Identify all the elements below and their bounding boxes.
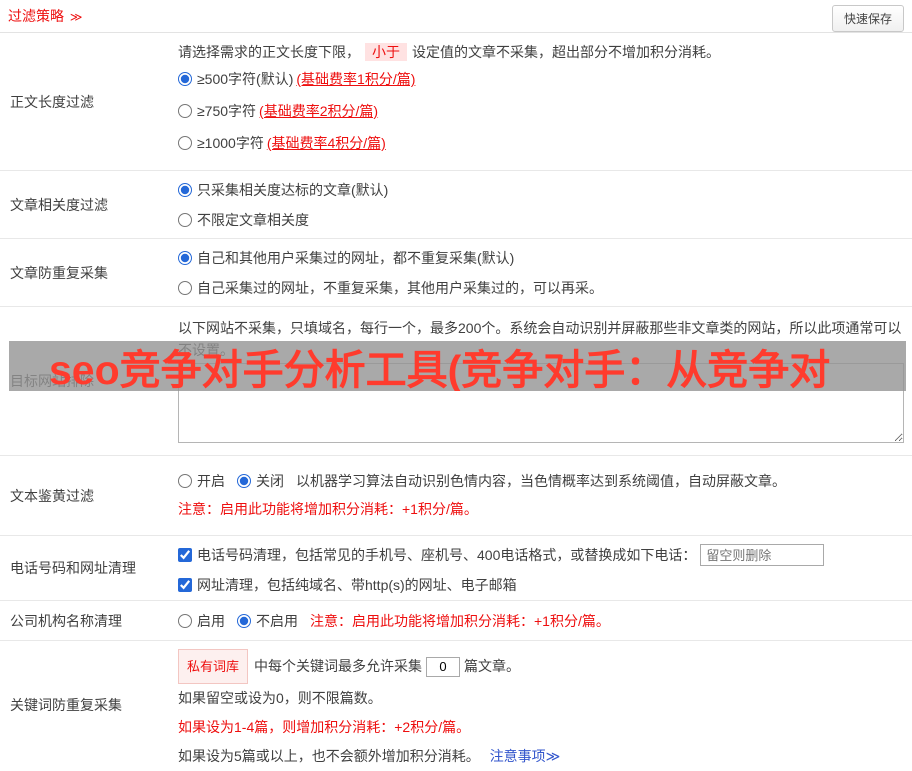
radio-porn-on[interactable] (178, 474, 192, 488)
row-dedupe-collect: 文章防重复采集 自己和其他用户采集过的网址，都不重复采集(默认) 自己采集过的网… (0, 239, 912, 307)
row-keyword-dedupe: 关键词防重复采集 私有词库 中每个关键词最多允许采集 篇文章。 如果留空或设为0… (0, 641, 912, 768)
site-exclude-description: 以下网站不采集，只填域名，每行一个，最多200个。系统会自动识别并屏蔽那些非文章… (178, 320, 902, 358)
keyword-note-cost: 如果设为1-4篇，则增加积分消耗：+2积分/篇。 (178, 719, 471, 735)
radio-option-length-1000[interactable]: ≥1000字符 (基础费率4积分/篇) (178, 127, 904, 159)
radio-label: 不限定文章相关度 (197, 212, 309, 228)
filter-strategy-page: 过滤策略 ≫ 快速保存 正文长度过滤 请选择需求的正文长度下限， 小于 设定值的文章… (0, 0, 912, 768)
radio-dedupe-global[interactable] (178, 251, 192, 265)
row-porn-filter: 文本鉴黄过滤 开启 关闭 以机器学习算法自动识别色情内容，当色情概率达到系统阈值… (0, 456, 912, 536)
desc-pre: 请选择需求的正文长度下限， (178, 44, 360, 60)
row-label-company-clean: 公司机构名称清理 (10, 612, 122, 629)
radio-length-750[interactable] (178, 104, 192, 118)
row-label-relevance: 文章相关度过滤 (10, 196, 108, 213)
desc-post: 设定值的文章不采集，超出部分不增加积分消耗。 (412, 44, 720, 60)
radio-option-porn-off[interactable]: 关闭 (237, 468, 284, 494)
porn-filter-description: 以机器学习算法自动识别色情内容，当色情概率达到系统阈值，自动屏蔽文章。 (296, 473, 786, 489)
quick-save-button[interactable]: 快速保存 (831, 5, 904, 32)
fee-note-1: (基础费率1积分/篇) (296, 71, 416, 87)
row-label-dedupe: 文章防重复采集 (10, 264, 108, 281)
radio-label: 开启 (197, 473, 225, 489)
radio-option-dedupe-self[interactable]: 自己采集过的网址，不重复采集，其他用户采集过的，可以再采。 (178, 273, 904, 303)
radio-option-relevance-any[interactable]: 不限定文章相关度 (178, 205, 904, 235)
row-label-body-length: 正文长度过滤 (10, 93, 94, 110)
replacement-phone-input[interactable] (700, 544, 825, 566)
porn-filter-cost-note: 注意：启用此功能将增加积分消耗：+1积分/篇。 (178, 501, 478, 517)
row-label-site-exclude: 目标网站排除 (10, 373, 94, 389)
row-label-phone-url: 电话号码和网址清理 (10, 560, 136, 576)
row-body-length-filter: 正文长度过滤 请选择需求的正文长度下限， 小于 设定值的文章不采集，超出部分不增加积… (0, 33, 912, 171)
radio-company-on[interactable] (178, 613, 192, 628)
radio-option-length-500[interactable]: ≥500字符(默认) (基础费率1积分/篇) (178, 63, 904, 95)
radio-length-1000[interactable] (178, 136, 192, 150)
radio-label: 启用 (197, 612, 225, 629)
radio-option-company-off[interactable]: 不启用 (237, 611, 298, 631)
radio-option-relevance-strict[interactable]: 只采集相关度达标的文章(默认) (178, 175, 904, 205)
checkbox-option-url-clean[interactable]: 网址清理，包括纯域名、带http(s)的网址、电子邮箱 (178, 570, 904, 600)
keyword-note-five: 如果设为5篇或以上，也不会额外增加积分消耗。 (178, 748, 480, 764)
radio-company-off[interactable] (237, 613, 251, 628)
checkbox-label: 电话号码清理，包括常见的手机号、座机号、400电话格式，或替换成如下电话： (197, 547, 697, 563)
radio-option-dedupe-global[interactable]: 自己和其他用户采集过的网址，都不重复采集(默认) (178, 243, 904, 273)
radio-option-length-750[interactable]: ≥750字符 (基础费率2积分/篇) (178, 95, 904, 127)
body-length-description: 请选择需求的正文长度下限， 小于 设定值的文章不采集，超出部分不增加积分消耗。 (178, 41, 904, 63)
radio-dedupe-self[interactable] (178, 281, 192, 295)
company-clean-cost-note: 注意：启用此功能将增加积分消耗：+1积分/篇。 (310, 612, 610, 629)
row-site-exclude: 目标网站排除 以下网站不采集，只填域名，每行一个，最多200个。系统会自动识别并… (0, 307, 912, 456)
private-lexicon-badge: 私有词库 (178, 649, 249, 684)
less-than-highlight: 小于 (365, 43, 407, 61)
checkbox-label: 网址清理，包括纯域名、带http(s)的网址、电子邮箱 (197, 577, 517, 593)
radio-length-500[interactable] (178, 72, 192, 86)
fee-note-3: (基础费率4积分/篇) (266, 135, 386, 151)
radio-option-porn-on[interactable]: 开启 (178, 468, 225, 494)
fee-note-2: (基础费率2积分/篇) (259, 103, 379, 119)
radio-relevance-any[interactable] (178, 213, 192, 227)
radio-label: 自己和其他用户采集过的网址，都不重复采集(默认) (197, 250, 515, 266)
site-exclude-textarea[interactable] (178, 363, 904, 443)
row-label-porn-filter: 文本鉴黄过滤 (10, 487, 94, 504)
radio-relevance-strict[interactable] (178, 183, 192, 197)
radio-label: ≥750字符 (197, 103, 257, 119)
radio-porn-off[interactable] (237, 474, 251, 488)
radio-label: 自己采集过的网址，不重复采集，其他用户采集过的，可以再采。 (197, 280, 603, 296)
radio-option-company-on[interactable]: 启用 (178, 611, 225, 631)
row-label-keyword-dedupe: 关键词防重复采集 (10, 696, 122, 713)
radio-label: 不启用 (256, 612, 298, 629)
checkbox-url-clean[interactable] (178, 578, 192, 592)
radio-label: 关闭 (256, 473, 284, 489)
checkbox-phone-clean[interactable] (178, 548, 192, 562)
keyword-limit-input[interactable] (426, 656, 461, 677)
radio-label: ≥1000字符 (197, 135, 264, 151)
radio-label: ≥500字符(默认) (197, 71, 294, 87)
keyword-limit-suffix: 篇文章。 (464, 658, 521, 674)
page-title[interactable]: 过滤策略 ≫ (8, 6, 82, 26)
radio-label: 只采集相关度达标的文章(默认) (197, 182, 389, 198)
row-company-name-clean: 公司机构名称清理 启用 不启用 注意：启用此功能将增加积分消耗：+1积分/篇。 (0, 601, 912, 641)
notice-link[interactable]: 注意事项≫ (490, 748, 561, 764)
row-relevance-filter: 文章相关度过滤 只采集相关度达标的文章(默认) 不限定文章相关度 (0, 171, 912, 239)
keyword-limit-text: 中每个关键词最多允许采集 (254, 658, 423, 674)
row-phone-url-clean: 电话号码和网址清理 电话号码清理，包括常见的手机号、座机号、400电话格式，或替… (0, 536, 912, 601)
checkbox-option-phone-clean[interactable]: 电话号码清理，包括常见的手机号、座机号、400电话格式，或替换成如下电话： (178, 545, 696, 565)
page-title-text: 过滤策略 (8, 8, 64, 24)
keyword-note-zero: 如果留空或设为0，则不限篇数。 (178, 690, 382, 706)
header: 过滤策略 ≫ 快速保存 (0, 0, 912, 33)
collapse-chevron-icon: ≫ (69, 10, 83, 24)
